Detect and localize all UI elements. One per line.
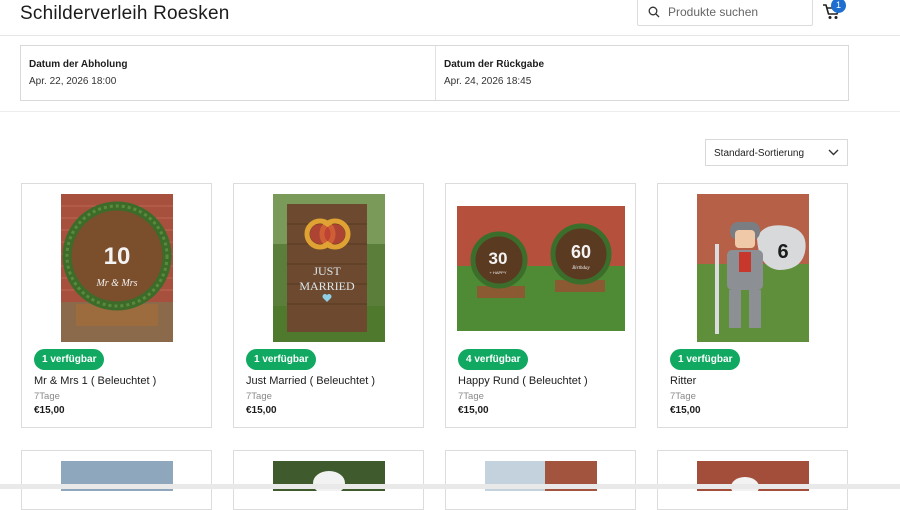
- product-title[interactable]: Just Married ( Beleuchtet ): [246, 375, 375, 387]
- availability-badge: 4 verfügbar: [458, 349, 529, 370]
- product-price: €15,00: [670, 405, 701, 416]
- product-duration: 7Tage: [246, 391, 272, 402]
- product-card[interactable]: JUST MARRIED 1 verfügbar Just Married ( …: [233, 183, 424, 428]
- search-box[interactable]: [637, 0, 813, 26]
- sign-small-text: + HAPPY: [489, 270, 506, 275]
- sign-line2-text: MARRIED: [299, 279, 355, 293]
- product-price: €15,00: [458, 405, 489, 416]
- product-price: €15,00: [34, 405, 65, 416]
- pickup-date-field[interactable]: Datum der Abholung Apr. 22, 2026 18:00: [21, 46, 436, 100]
- product-card[interactable]: 10 Mr & Mrs 1 verfügbar Mr & Mrs 1 ( Bel…: [21, 183, 212, 428]
- site-header: Schilderverleih Roesken 1: [0, 0, 900, 36]
- product-duration: 7Tage: [670, 391, 696, 402]
- availability-badge: 1 verfügbar: [246, 349, 317, 370]
- sign-number-text: 10: [104, 243, 131, 270]
- product-duration: 7Tage: [458, 391, 484, 402]
- product-image[interactable]: 30 60 + HAPPY Birthday: [457, 206, 625, 331]
- sign-left-number: 30: [489, 249, 508, 268]
- product-title[interactable]: Mr & Mrs 1 ( Beleuchtet ): [34, 375, 156, 387]
- product-title[interactable]: Ritter: [670, 375, 696, 387]
- cart-count-badge: 1: [831, 0, 846, 13]
- return-date-label: Datum der Rückgabe: [444, 59, 545, 70]
- sign-right-number: 60: [571, 242, 591, 262]
- product-card[interactable]: [21, 450, 212, 510]
- sort-select[interactable]: Standard-Sortierung: [705, 139, 848, 166]
- product-card[interactable]: [445, 450, 636, 510]
- sign-script-text: Birthday: [572, 266, 590, 271]
- horizontal-scrollbar[interactable]: [0, 484, 900, 489]
- search-icon: [648, 6, 660, 18]
- product-card[interactable]: [657, 450, 848, 510]
- search-input[interactable]: [668, 3, 808, 21]
- return-date-value: Apr. 24, 2026 18:45: [444, 76, 532, 87]
- section-divider: [0, 111, 900, 112]
- rental-dates-panel: Datum der Abholung Apr. 22, 2026 18:00 D…: [20, 45, 849, 101]
- return-date-field[interactable]: Datum der Rückgabe Apr. 24, 2026 18:45: [436, 46, 848, 100]
- product-image[interactable]: 10 Mr & Mrs: [61, 194, 173, 342]
- chevron-down-icon: [828, 149, 839, 156]
- product-price: €15,00: [246, 405, 277, 416]
- pickup-date-label: Datum der Abholung: [29, 59, 128, 70]
- sign-script-text: Mr & Mrs: [95, 278, 137, 289]
- product-title[interactable]: Happy Rund ( Beleuchtet ): [458, 375, 588, 387]
- availability-badge: 1 verfügbar: [34, 349, 105, 370]
- sign-number-text: 6: [777, 241, 788, 263]
- sort-selected-value: Standard-Sortierung: [714, 148, 805, 159]
- pickup-date-value: Apr. 22, 2026 18:00: [29, 76, 117, 87]
- availability-badge: 1 verfügbar: [670, 349, 741, 370]
- product-card[interactable]: [233, 450, 424, 510]
- product-card[interactable]: 30 60 + HAPPY Birthday 4 verfügbar Happy…: [445, 183, 636, 428]
- brand-logo-text[interactable]: Schilderverleih Roesken: [20, 3, 229, 25]
- sign-line1-text: JUST: [313, 264, 341, 278]
- product-image[interactable]: JUST MARRIED: [273, 194, 385, 342]
- product-image[interactable]: 6: [697, 194, 809, 342]
- product-duration: 7Tage: [34, 391, 60, 402]
- product-card[interactable]: 6 1 verfügbar Ritter 7Tage €15,00: [657, 183, 848, 428]
